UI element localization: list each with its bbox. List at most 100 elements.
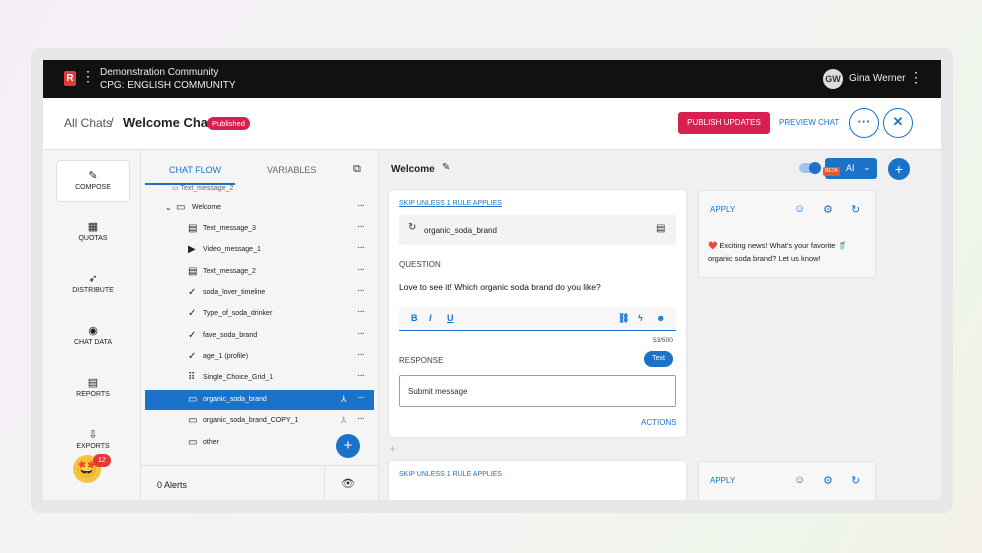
tab-variables[interactable]: VARIABLES <box>267 165 316 175</box>
link-icon[interactable]: ⛓ <box>618 313 629 324</box>
list-item-selected[interactable]: ▭ organic_soda_brand ⅄ ··· <box>145 390 374 410</box>
nav-label: EXPORTS <box>76 443 110 450</box>
add-message-button[interactable]: + <box>888 158 910 180</box>
more-icon[interactable]: ··· <box>357 413 365 424</box>
list-item-label: Video_message_1 <box>203 246 261 253</box>
question-text[interactable]: Love to see it! Which organic soda brand… <box>399 282 601 292</box>
copy-icon[interactable]: ⧉ <box>353 163 361 176</box>
bold-icon[interactable]: B <box>411 313 418 323</box>
list-item-label: Text_message_2 <box>203 268 256 275</box>
nav-compose[interactable]: ✎ COMPOSE <box>56 160 130 202</box>
exports-icon: ⇩ <box>88 429 98 441</box>
brand-logo-icon[interactable]: R <box>64 71 76 86</box>
page-header: All Chats / Welcome Chat Published PUBLI… <box>43 98 941 150</box>
list-item[interactable]: ✓ soda_lover_timeline ··· <box>145 283 374 303</box>
app-menu-kebab-icon[interactable]: ⋮ <box>81 69 95 83</box>
format-toolbar: B I U ⛓ ϟ ☻ <box>399 307 676 331</box>
publish-updates-button[interactable]: PUBLISH UPDATES <box>678 112 770 134</box>
close-button[interactable]: ✕ <box>883 108 913 138</box>
variable-name: organic_soda_brand <box>424 226 497 235</box>
ai-dropdown-button[interactable]: BETA AI ⌄ <box>823 158 877 179</box>
open-question-icon: ▭ <box>188 394 198 405</box>
status-badge: Published <box>207 117 250 130</box>
response-type-chip[interactable]: Text <box>644 351 673 367</box>
more-icon[interactable]: ··· <box>357 349 365 360</box>
community-switcher[interactable]: Demonstration Community CPG: ENGLISH COM… <box>100 66 236 92</box>
notification-badge: 12 <box>93 454 111 467</box>
more-icon[interactable]: ··· <box>357 200 365 211</box>
message-icon[interactable]: ▤ <box>656 223 665 234</box>
add-item-button[interactable]: + <box>336 434 360 458</box>
variable-insert-icon[interactable]: ϟ <box>638 313 643 323</box>
underline-icon[interactable]: U <box>447 313 454 323</box>
ai-suggested-message: ❤️ Exciting news! What's your favorite 🥤… <box>708 241 847 263</box>
pencil-icon[interactable]: ✎ <box>442 162 450 173</box>
list-item[interactable]: ▶ Video_message_1 ··· <box>145 240 374 260</box>
list-item-label: organic_soda_brand_COPY_1 <box>203 417 299 424</box>
more-icon[interactable]: ··· <box>357 285 365 296</box>
more-icon[interactable]: ··· <box>357 328 365 339</box>
more-icon[interactable]: ··· <box>357 306 365 317</box>
add-between-icon[interactable]: + <box>389 442 396 456</box>
nav-chat-data[interactable]: ◉ CHAT DATA <box>56 316 130 358</box>
list-item[interactable]: ▭ organic_soda_brand_COPY_1 ⅄ ··· <box>145 411 374 431</box>
skip-rule-link[interactable]: SKIP UNLESS 1 RULE APPLIES <box>399 200 502 207</box>
skip-rule-link[interactable]: SKIP UNLESS 1 RULE APPLIES <box>399 471 502 478</box>
list-item-label: fave_soda_brand <box>203 332 258 339</box>
emoji-icon[interactable]: ☺ <box>794 203 805 215</box>
variable-box[interactable]: ↻ organic_soda_brand ▤ <box>399 215 676 245</box>
actions-link[interactable]: ACTIONS <box>641 418 677 427</box>
message-card: SKIP UNLESS 1 RULE APPLIES <box>389 461 686 500</box>
list-item-label: organic_soda_brand <box>203 396 267 403</box>
folder-welcome[interactable]: ⌄ ▭ Welcome ··· <box>145 198 374 218</box>
character-counter: 53/500 <box>653 337 673 344</box>
nav-distribute[interactable]: ➶ DISTRIBUTE <box>56 264 130 306</box>
open-question-icon: ▭ <box>188 415 198 426</box>
apply-button[interactable]: APPLY <box>710 205 735 214</box>
list-item[interactable]: ▤ Text_message_2 ··· <box>145 262 374 282</box>
user-menu-kebab-icon[interactable]: ⋮ <box>909 70 923 84</box>
ai-label: AI <box>846 163 855 173</box>
list-item[interactable]: ⠿ Single_Choice_Grid_1 ··· <box>145 368 374 388</box>
ai-toggle[interactable] <box>799 162 821 174</box>
chevron-down-icon[interactable]: ⌄ <box>165 203 172 212</box>
refresh-icon[interactable]: ↻ <box>851 474 860 487</box>
emoji-icon[interactable]: ☺ <box>794 474 805 486</box>
more-icon[interactable]: ··· <box>357 392 365 403</box>
list-item[interactable]: ✓ Type_of_soda_drinker ··· <box>145 304 374 324</box>
list-item-partial[interactable]: ▭ Text_message_2 <box>172 184 233 192</box>
preview-chat-button[interactable]: PREVIEW CHAT <box>779 118 839 127</box>
nav-label: DISTRIBUTE <box>72 287 114 294</box>
chat-flow-panel: CHAT FLOW VARIABLES ⧉ ▭ Text_message_2 ⌄… <box>141 150 379 500</box>
branch-icon[interactable]: ⅄ <box>341 415 347 426</box>
refresh-icon[interactable]: ↻ <box>851 203 860 216</box>
tab-chat-flow[interactable]: CHAT FLOW <box>169 165 221 175</box>
eye-icon[interactable]: 👁 <box>341 477 355 490</box>
more-icon[interactable]: ··· <box>357 221 365 232</box>
branch-icon[interactable]: ⅄ <box>341 394 347 405</box>
response-input[interactable]: Submit message <box>399 375 676 407</box>
list-item[interactable]: ▤ Text_message_3 ··· <box>145 219 374 239</box>
nav-reports[interactable]: ▤ REPORTS <box>56 368 130 410</box>
breadcrumb-all-chats[interactable]: All Chats <box>64 116 112 130</box>
user-name[interactable]: Gina Werner <box>849 73 906 84</box>
editor-main: Welcome ✎ BETA AI ⌄ + SKIP UNLESS 1 RULE… <box>379 150 941 500</box>
more-options-button[interactable]: ··· <box>849 108 879 138</box>
user-avatar[interactable]: GW <box>823 69 843 89</box>
list-item-label: age_1 (profile) <box>203 353 249 360</box>
nav-quotas[interactable]: ▦ QUOTAS <box>56 212 130 254</box>
sliders-icon[interactable]: ⚙ <box>823 203 833 216</box>
sliders-icon[interactable]: ⚙ <box>823 474 833 487</box>
grid-icon: ⠿ <box>188 372 196 383</box>
more-icon[interactable]: ··· <box>357 242 365 253</box>
alerts-count[interactable]: 0 Alerts <box>157 480 187 490</box>
list-item[interactable]: ✓ age_1 (profile) ··· <box>145 347 374 367</box>
apply-button[interactable]: APPLY <box>710 476 735 485</box>
folder-icon: ▭ <box>176 202 186 213</box>
more-icon[interactable]: ··· <box>357 370 365 381</box>
nav-label: CHAT DATA <box>74 339 112 346</box>
emoji-icon[interactable]: ☻ <box>656 313 665 323</box>
more-icon[interactable]: ··· <box>357 264 365 275</box>
list-item[interactable]: ✓ fave_soda_brand ··· <box>145 326 374 346</box>
italic-icon[interactable]: I <box>429 313 432 323</box>
